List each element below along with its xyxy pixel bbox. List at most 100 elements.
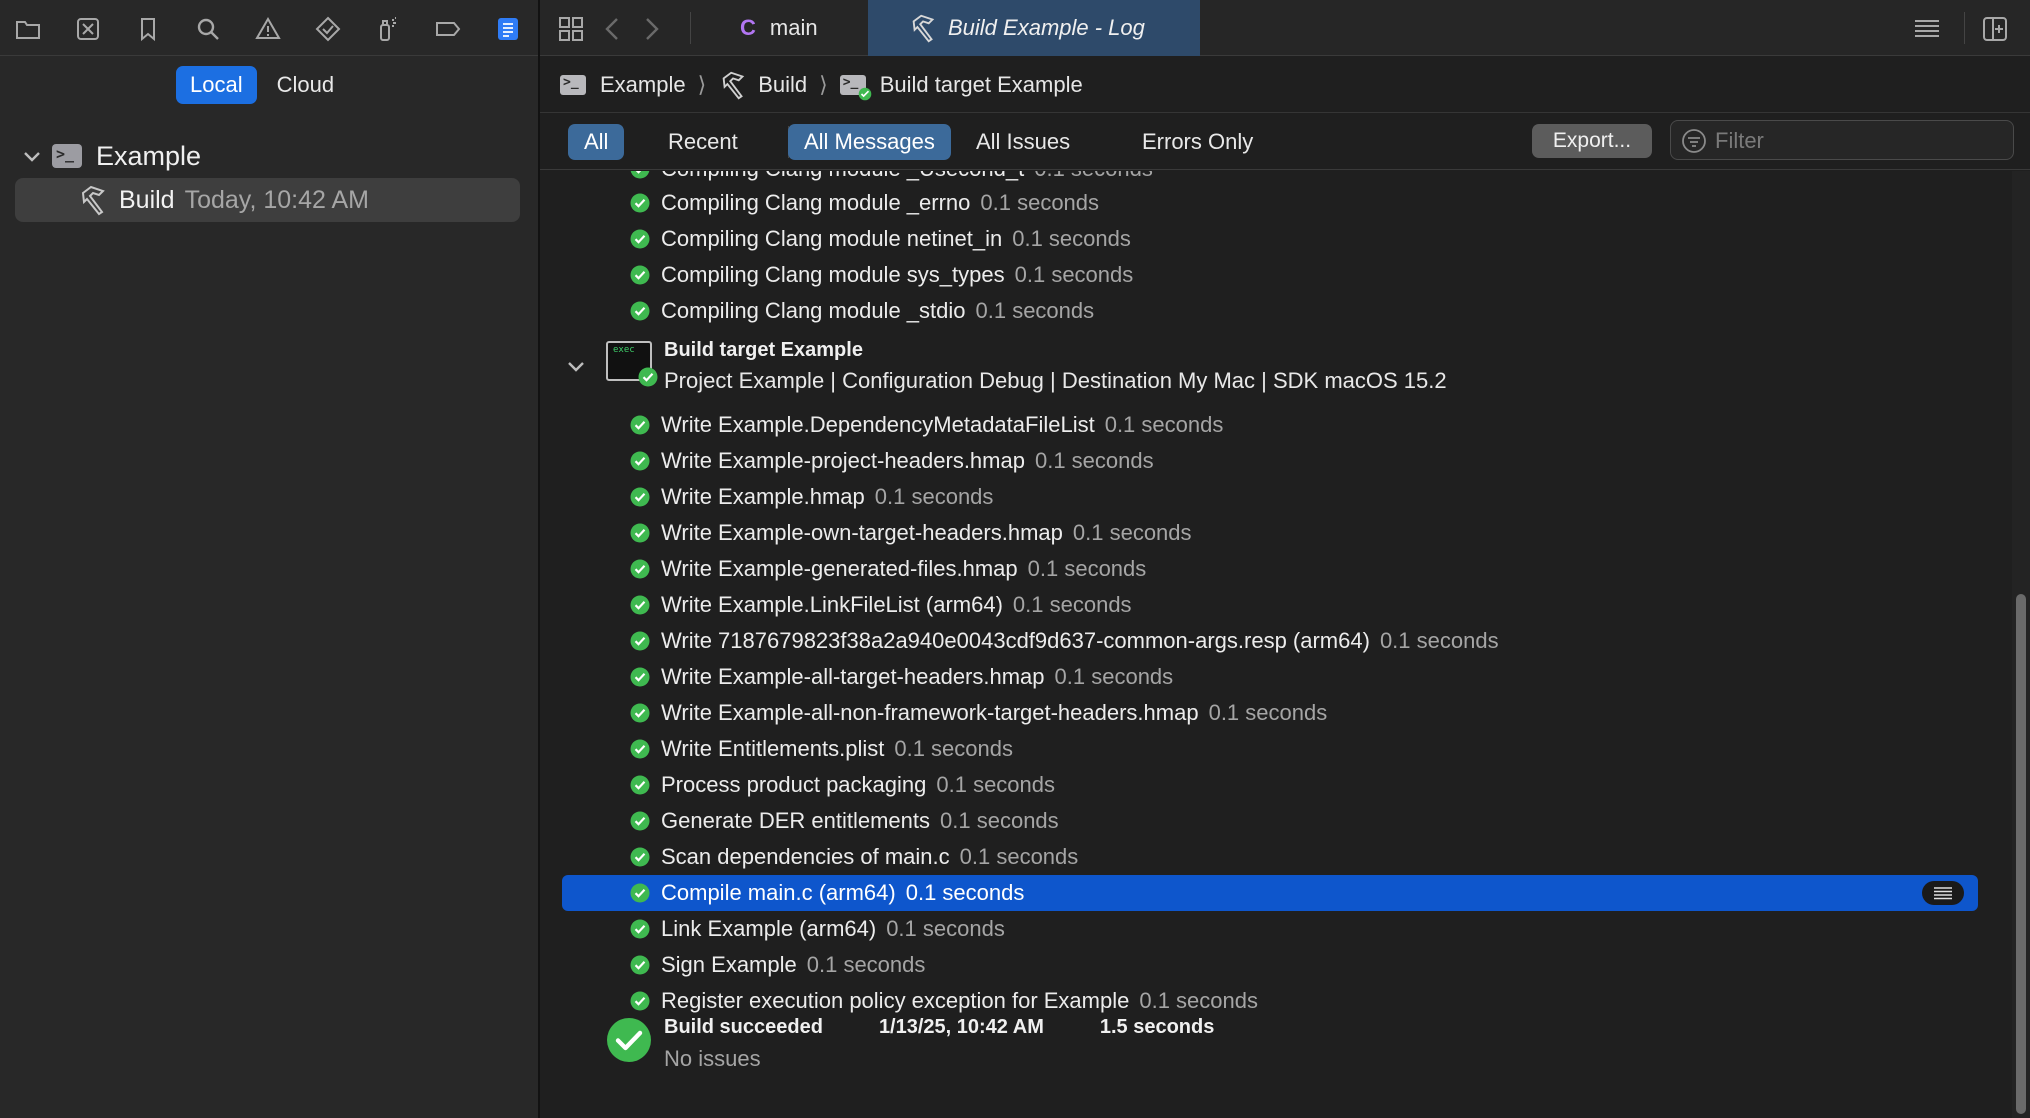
log-row-title: Compiling Clang module sys_types	[661, 262, 1005, 287]
disclosure-chevron-icon[interactable]	[20, 144, 44, 168]
filter-all-button[interactable]: All	[568, 124, 625, 160]
tab-separator	[690, 12, 691, 44]
report-navigator-icon[interactable]	[492, 13, 524, 45]
add-editor-icon[interactable]	[1978, 12, 2012, 46]
log-row-duration: 0.1 seconds	[1379, 628, 1499, 653]
filter-recent-button[interactable]: Recent	[652, 124, 754, 160]
log-row-duration: 0.1 seconds	[959, 844, 1079, 869]
log-row-duration: 0.1 seconds	[1034, 448, 1154, 473]
log-row-title: Compiling Clang module _stdio	[661, 298, 966, 323]
forward-arrow-icon[interactable]	[634, 12, 668, 46]
log-row[interactable]: Compiling Clang module sys_types 0.1 sec…	[562, 257, 1978, 293]
log-row[interactable]: Sign Example 0.1 seconds	[562, 947, 1978, 983]
build-summary-line: Build succeeded 1/13/25, 10:42 AM 1.5 seco…	[664, 1016, 1270, 1039]
log-row-title: Register execution policy exception for …	[661, 988, 1130, 1013]
filter-all-issues-button[interactable]: All Issues	[960, 124, 1086, 160]
log-row[interactable]: Scan dependencies of main.c 0.1 seconds	[562, 839, 1978, 875]
tab-main[interactable]: C main	[740, 0, 818, 56]
log-row[interactable]: Write Example-own-target-headers.hmap 0.…	[562, 515, 1978, 551]
success-check-icon	[630, 265, 650, 285]
breadcrumb-chevron-icon: ⟩	[819, 71, 828, 97]
export-button[interactable]: Export...	[1532, 124, 1652, 158]
success-check-icon	[630, 595, 650, 615]
success-check-icon	[630, 667, 650, 687]
log-row[interactable]: Compiling Clang module _stdio 0.1 second…	[562, 293, 1978, 329]
log-row-title: Write Example-generated-files.hmap	[661, 556, 1018, 581]
filter-field[interactable]	[1670, 120, 2014, 160]
log-row[interactable]: Write Example-project-headers.hmap 0.1 s…	[562, 443, 1978, 479]
log-row[interactable]: Write 7187679823f38a2a940e0043cdf9d637-c…	[562, 623, 1978, 659]
log-row-title: Write Entitlements.plist	[661, 736, 885, 761]
tab-build-log[interactable]: Build Example - Log	[868, 0, 1200, 56]
tree-project-row[interactable]: >_ Example	[20, 138, 201, 174]
tree-build-item[interactable]: Build Today, 10:42 AM	[15, 178, 520, 222]
scope-segmented-control: Local Cloud	[176, 66, 348, 104]
success-check-icon	[630, 451, 650, 471]
build-target-subtitle: Project Example | Configuration Debug | …	[664, 368, 1447, 393]
filter-all-messages-button[interactable]: All Messages	[788, 124, 951, 160]
scope-cloud-tab[interactable]: Cloud	[263, 66, 348, 104]
log-row-title: Compiling Clang module netinet_in	[661, 226, 1003, 251]
log-row[interactable]: Write Example.DependencyMetadataFileList…	[562, 407, 1978, 443]
bookmark-icon[interactable]	[132, 13, 164, 45]
tab-main-label: main	[769, 15, 818, 40]
expand-transcript-icon[interactable]	[1922, 881, 1964, 905]
log-row-duration: 0.1 seconds	[1012, 592, 1132, 617]
success-check-icon	[630, 991, 650, 1011]
filter-input[interactable]	[1713, 125, 2007, 157]
log-row-title: Write Example-all-target-headers.hmap	[661, 664, 1045, 689]
debug-spray-icon[interactable]	[372, 13, 404, 45]
test-diamond-icon[interactable]	[312, 13, 344, 45]
editor-options-icon[interactable]	[1910, 12, 1944, 46]
log-row-selected[interactable]: Compile main.c (arm64) 0.1 seconds	[562, 875, 1978, 911]
breadcrumb-build[interactable]: Build	[758, 72, 807, 98]
log-row-duration: 0.1 seconds	[1104, 412, 1224, 437]
success-check-icon	[630, 487, 650, 507]
log-row[interactable]: Compiling Clang module netinet_in 0.1 se…	[562, 221, 1978, 257]
success-check-icon	[630, 631, 650, 651]
log-row[interactable]: Write Example-all-target-headers.hmap 0.…	[562, 659, 1978, 695]
build-summary: Build succeeded 1/13/25, 10:42 AM 1.5 seco…	[540, 1012, 1980, 1092]
editor-area: C main Build Example - Log >_ Example ⟩ …	[540, 0, 2030, 1118]
log-row-duration: 0.1 seconds	[1027, 556, 1147, 581]
build-item-name: Build	[119, 185, 175, 214]
breakpoint-tag-icon[interactable]	[432, 13, 464, 45]
build-target-header[interactable]: exec Build target Example Project Exampl…	[540, 334, 1980, 404]
log-row[interactable]: Write Example-generated-files.hmap 0.1 s…	[562, 551, 1978, 587]
build-duration: 1.5 seconds	[1099, 1016, 1215, 1038]
success-check-icon	[630, 703, 650, 723]
log-row[interactable]: Link Example (arm64) 0.1 seconds	[562, 911, 1978, 947]
log-row[interactable]: Process product packaging 0.1 seconds	[562, 767, 1978, 803]
tree-project-label: Example	[96, 140, 202, 171]
find-icon[interactable]	[192, 13, 224, 45]
grid-layout-icon[interactable]	[554, 12, 588, 46]
log-row-duration: 0.1 seconds	[1012, 226, 1131, 251]
scope-local-tab[interactable]: Local	[176, 66, 257, 104]
log-row-title: Write Example.hmap	[661, 484, 865, 509]
log-row-title: Process product packaging	[661, 772, 927, 797]
filter-errors-only-button[interactable]: Errors Only	[1126, 124, 1269, 160]
log-row[interactable]: Compiling Clang module _errno 0.1 second…	[562, 185, 1978, 221]
breadcrumb-target[interactable]: Build target Example	[880, 72, 1083, 98]
issue-warning-icon[interactable]	[252, 13, 284, 45]
folder-icon[interactable]	[12, 13, 44, 45]
source-control-icon[interactable]	[72, 13, 104, 45]
exec-target-icon: exec	[606, 341, 658, 387]
log-row[interactable]: Write Example.hmap 0.1 seconds	[562, 479, 1978, 515]
log-row[interactable]: Write Example.LinkFileList (arm64) 0.1 s…	[562, 587, 1978, 623]
breadcrumb-project[interactable]: Example	[600, 72, 686, 98]
tab-bar: C main Build Example - Log	[540, 0, 2030, 56]
log-row-title: Compile main.c (arm64)	[661, 880, 896, 905]
log-row[interactable]: Generate DER entitlements 0.1 seconds	[562, 803, 1978, 839]
back-arrow-icon[interactable]	[596, 12, 630, 46]
success-check-icon	[630, 523, 650, 543]
log-row[interactable]: Write Entitlements.plist 0.1 seconds	[562, 731, 1978, 767]
disclosure-chevron-icon[interactable]	[564, 354, 588, 378]
log-row-duration: 0.1 seconds	[940, 808, 1059, 833]
log-row-duration: 0.1 seconds	[936, 772, 1056, 797]
c-file-icon: C	[740, 15, 756, 40]
scrollbar-thumb[interactable]	[2016, 594, 2026, 1114]
log-row[interactable]: Write Example-all-non-framework-target-h…	[562, 695, 1978, 731]
success-check-icon	[630, 811, 650, 831]
log-row-duration: 0.1 seconds	[1034, 171, 1153, 182]
